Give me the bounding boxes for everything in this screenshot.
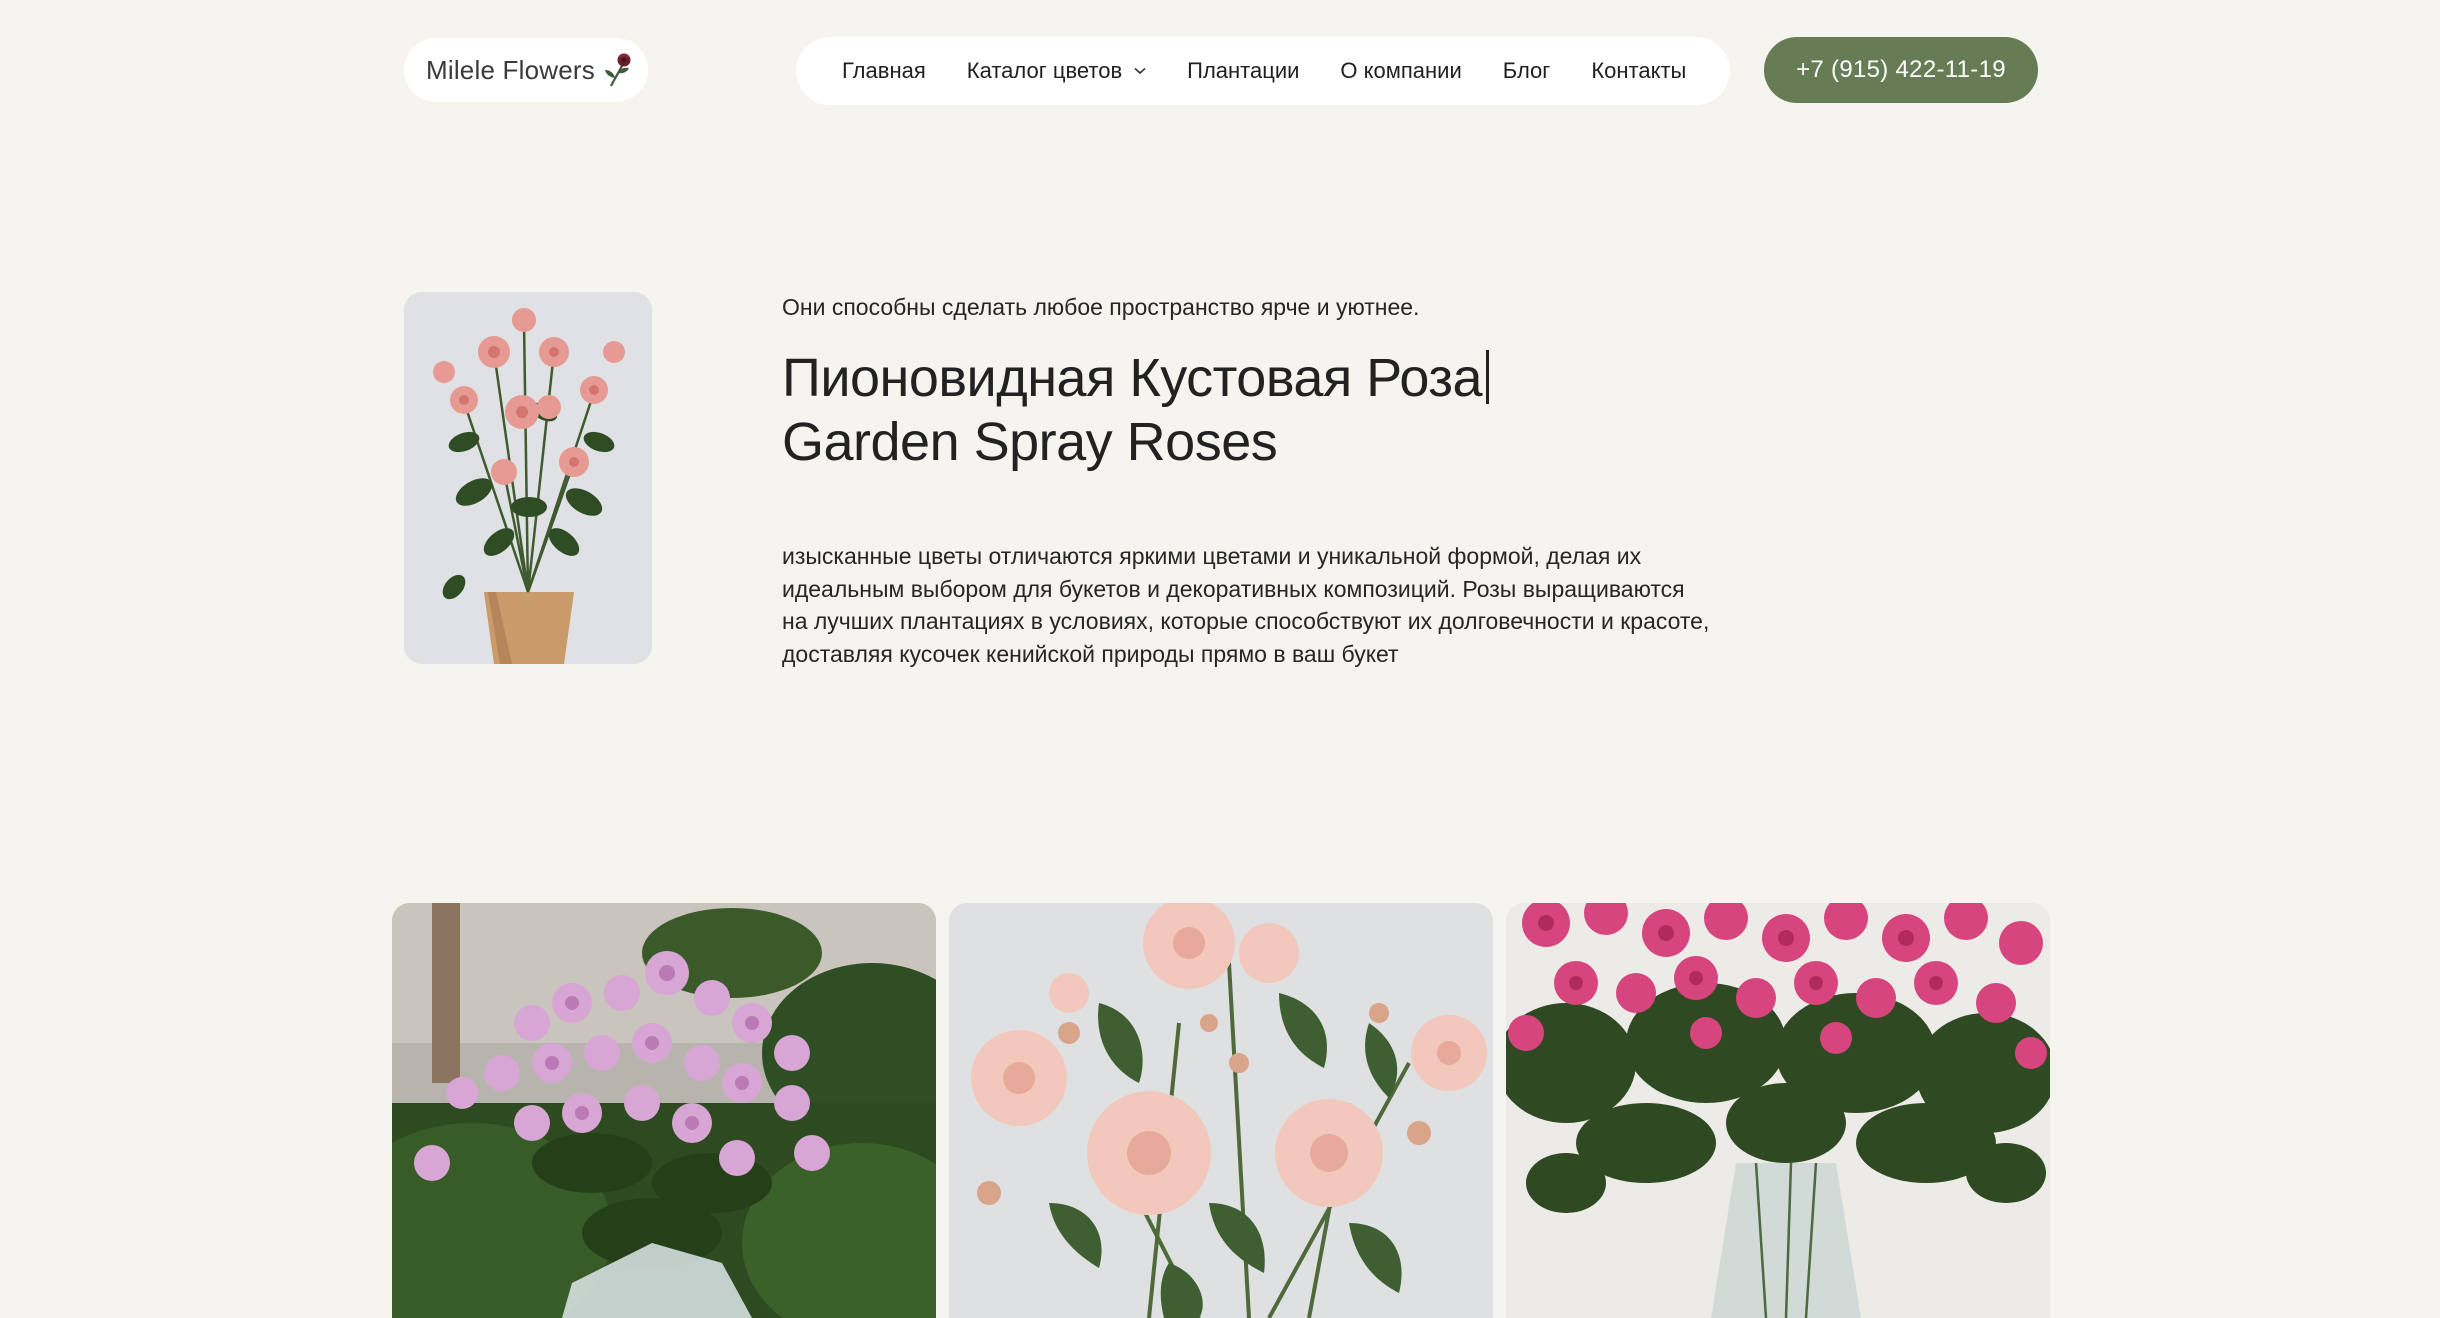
hero-title: Пионовидная Кустовая Роза Garden Spray R… xyxy=(782,346,1682,474)
text-cursor xyxy=(1486,350,1490,404)
gallery-card[interactable] xyxy=(392,903,936,1318)
nav-item-label: Контакты xyxy=(1591,58,1687,83)
nav-item-catalog[interactable]: Каталог цветов xyxy=(967,58,1146,84)
lavender-roses-photo xyxy=(392,903,936,1318)
nav-item-label: Главная xyxy=(842,58,926,83)
pink-roses-vase-photo xyxy=(1506,903,2050,1318)
rose-logo-icon xyxy=(604,53,631,87)
hero-title-line-2: Garden Spray Roses xyxy=(782,412,1278,472)
nav-item-blog[interactable]: Блог xyxy=(1503,58,1551,84)
page: Milele Flowers Главная Каталог цветов Пл… xyxy=(0,0,2440,1318)
hero-subtitle: Они способны сделать любое пространство … xyxy=(782,294,1420,320)
nav-item-contacts[interactable]: Контакты xyxy=(1591,58,1686,84)
hero-description: изысканные цветы отличаются яркими цвета… xyxy=(782,543,1710,667)
phone-button[interactable]: +7 (915) 422-11-19 xyxy=(1764,37,2038,103)
chevron-down-icon xyxy=(1134,67,1146,75)
nav-item-label: Каталог цветов xyxy=(966,58,1123,83)
hero-product-image xyxy=(404,292,652,664)
logo[interactable]: Milele Flowers xyxy=(404,38,648,102)
gallery-card[interactable] xyxy=(1506,903,2050,1318)
nav-item-plantations[interactable]: Плантации xyxy=(1187,58,1299,84)
main-nav: Главная Каталог цветов Плантации О компа… xyxy=(796,37,1730,105)
gallery-card[interactable] xyxy=(949,903,1493,1318)
peach-roses-photo xyxy=(949,903,1493,1318)
nav-item-label: Плантации xyxy=(1187,58,1300,83)
spray-rose-photo xyxy=(404,292,652,664)
nav-item-about[interactable]: О компании xyxy=(1340,58,1461,84)
nav-item-home[interactable]: Главная xyxy=(842,58,926,84)
nav-item-label: Блог xyxy=(1502,58,1551,83)
hero-title-line-1-text: Пионовидная Кустовая Роза xyxy=(782,348,1483,408)
logo-text: Milele Flowers xyxy=(426,54,595,85)
nav-item-label: О компании xyxy=(1340,58,1462,83)
hero-title-line-1: Пионовидная Кустовая Роза xyxy=(782,346,1682,410)
